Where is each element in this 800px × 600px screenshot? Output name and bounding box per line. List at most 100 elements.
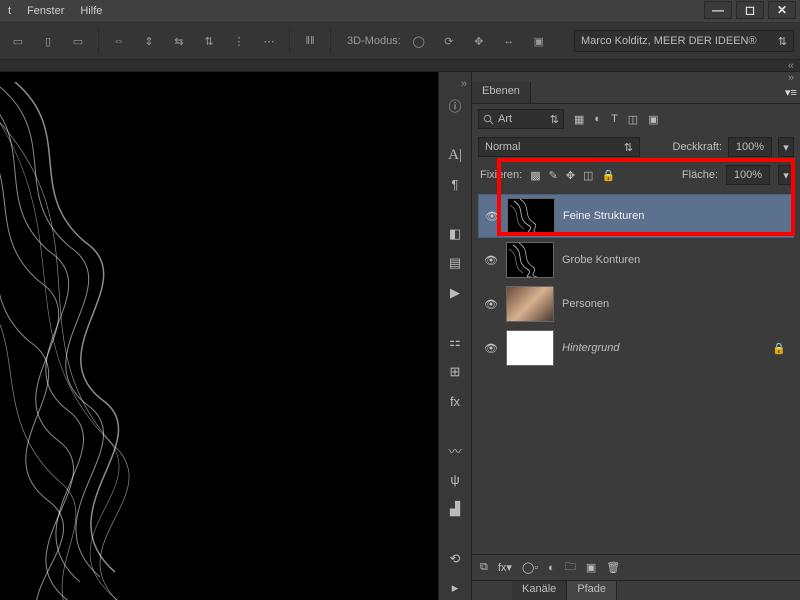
lock-transparent-icon[interactable]: ▩ (530, 169, 540, 182)
history-icon[interactable]: ⟲ (443, 547, 467, 571)
histogram-icon[interactable]: ▟ (443, 498, 467, 522)
new-adjustment-icon[interactable]: ◐ (548, 562, 555, 574)
align-center-icon[interactable]: ▯ (36, 29, 60, 53)
panel-collapse-icon[interactable]: » (472, 72, 800, 82)
opacity-value[interactable]: 100% (728, 137, 772, 157)
filter-smart-icon[interactable]: ▣ (648, 113, 658, 126)
collapsed-panels-strip: » ⓘ A| ¶ ◧ ▤ ▶ ⚏ ⊞ fx 〰 ψ ▟ ⟲ ▸ (438, 72, 472, 600)
menu-item-fenster[interactable]: Fenster (27, 5, 64, 17)
usb-icon[interactable]: ψ (443, 468, 467, 492)
new-group-icon[interactable]: 🗀 (565, 558, 576, 577)
distribute-icon-4[interactable]: ⋯ (257, 29, 281, 53)
filter-shape-icon[interactable]: ◫ (628, 113, 638, 126)
brushes-icon[interactable]: 〰 (443, 439, 467, 463)
close-button[interactable]: ✕ (768, 1, 796, 19)
fill-dropdown[interactable]: ▾ (778, 165, 794, 185)
navigator-icon[interactable]: ▤ (443, 252, 467, 276)
layer-search[interactable]: Art ⇅ (478, 109, 564, 129)
layer-name[interactable]: Grobe Konturen (562, 254, 788, 266)
lock-icon: 🔒 (772, 342, 788, 355)
distribute-icon-3[interactable]: ⋮ (227, 29, 251, 53)
tab-pfade[interactable]: Pfade (567, 581, 617, 600)
tab-ebenen[interactable]: Ebenen (472, 82, 531, 103)
blend-mode-select[interactable]: Normal ⇅ (478, 137, 640, 157)
delete-layer-icon[interactable]: 🗑 (606, 561, 620, 574)
distribute-icon-2[interactable]: ⇅ (197, 29, 221, 53)
chevron-updown-icon: ⇅ (550, 113, 559, 126)
lock-move-icon[interactable]: ✥ (566, 169, 575, 182)
filter-adjustment-icon[interactable]: ◐ (594, 113, 601, 126)
align-right-icon[interactable]: ▭ (66, 29, 90, 53)
chevron-updown-icon: ⇅ (778, 35, 787, 48)
lock-paint-icon[interactable]: ✎ (549, 169, 558, 182)
roll-icon[interactable]: ⟳ (437, 29, 461, 53)
distribute-icon[interactable]: ⇆ (167, 29, 191, 53)
visibility-icon[interactable]: 👁 (485, 210, 499, 223)
paragraph-icon[interactable]: ¶ (443, 173, 467, 197)
actions-icon[interactable]: ▸ (443, 577, 467, 600)
maximize-button[interactable]: ◻ (736, 1, 764, 19)
options-toolbar: ▭ ▯ ▭ ⇔ ⇕ ⇆ ⇅ ⋮ ⋯ ‖‖ 3D-Modus: ◯ ⟳ ✥ ↔ ▣… (0, 22, 800, 60)
layer-fx-icon[interactable]: fx▾ (498, 561, 512, 574)
filter-pixel-icon[interactable]: ▦ (574, 113, 584, 126)
layer-thumbnail[interactable] (506, 330, 554, 366)
layers-footer: ⧉ fx▾ ◯▫ ◐ 🗀 ▣ 🗑 (472, 554, 800, 580)
layer-mask-icon[interactable]: ◯▫ (522, 561, 538, 574)
slide-icon[interactable]: ↔ (497, 29, 521, 53)
align-left-icon[interactable]: ▭ (6, 29, 30, 53)
layer-thumbnail[interactable] (506, 242, 554, 278)
new-layer-icon[interactable]: ▣ (586, 561, 596, 574)
mode3d-label: 3D-Modus: (347, 35, 401, 47)
panel-collapse-strip[interactable] (0, 60, 800, 72)
adjustments-icon[interactable]: fx (443, 389, 467, 413)
layer-thumbnail[interactable] (507, 198, 555, 234)
visibility-icon[interactable]: 👁 (484, 298, 498, 311)
minimize-button[interactable]: — (704, 1, 732, 19)
document-canvas[interactable] (0, 72, 438, 600)
lock-label: Fixieren: (480, 169, 522, 181)
styles-icon[interactable]: ⊞ (443, 360, 467, 384)
camera-icon[interactable]: ▣ (527, 29, 551, 53)
window-controls: — ◻ ✕ (704, 1, 796, 19)
orbit-icon[interactable]: ◯ (407, 29, 431, 53)
link-layers-icon[interactable]: ⧉ (480, 561, 488, 574)
layer-row[interactable]: 👁 Feine Strukturen (478, 194, 794, 238)
layer-name[interactable]: Hintergrund (562, 342, 764, 354)
layer-search-value: Art (498, 113, 512, 125)
layer-row[interactable]: 👁 Personen (478, 282, 794, 326)
layer-name[interactable]: Feine Strukturen (563, 210, 787, 222)
info-icon[interactable]: ⓘ (443, 94, 467, 118)
fill-label: Fläche: (682, 169, 718, 181)
lock-all-icon[interactable]: 🔒 (601, 169, 615, 182)
lock-artboard-icon[interactable]: ◫ (583, 169, 593, 182)
distribute-v-icon[interactable]: ⇕ (137, 29, 161, 53)
distribute-h-icon[interactable]: ⇔ (107, 29, 131, 53)
fill-value[interactable]: 100% (726, 165, 770, 185)
workspace-preset[interactable]: Marco Kolditz, MEER DER IDEEN® ⇅ (574, 30, 794, 52)
visibility-icon[interactable]: 👁 (484, 342, 498, 355)
tab-kanaele[interactable]: Kanäle (512, 581, 567, 600)
search-icon (483, 114, 494, 125)
swatches-icon[interactable]: ⚏ (443, 330, 467, 354)
character-icon[interactable]: A| (443, 143, 467, 167)
chevron-updown-icon: ⇅ (624, 141, 633, 154)
clone-icon[interactable]: ◧ (443, 222, 467, 246)
layer-row[interactable]: 👁 Hintergrund 🔒 (478, 326, 794, 370)
play-icon[interactable]: ▶ (443, 281, 467, 305)
layer-thumbnail[interactable] (506, 286, 554, 322)
auto-align-icon[interactable]: ‖‖ (298, 29, 322, 53)
layer-row[interactable]: 👁 Grobe Konturen (478, 238, 794, 282)
collapse-icon[interactable]: » (439, 78, 471, 88)
menu-item-t[interactable]: t (8, 5, 11, 17)
filter-type-icon[interactable]: T (611, 113, 618, 126)
canvas-artwork (0, 82, 220, 600)
visibility-icon[interactable]: 👁 (484, 254, 498, 267)
menu-item-hilfe[interactable]: Hilfe (80, 5, 102, 17)
menubar: t Fenster Hilfe (0, 0, 800, 22)
layer-name[interactable]: Personen (562, 298, 788, 310)
layers-panel: » Ebenen ▾≡ Art ⇅ ▦ ◐ T ◫ ▣ Normal ⇅ (472, 72, 800, 600)
pan-icon[interactable]: ✥ (467, 29, 491, 53)
opacity-dropdown[interactable]: ▾ (778, 137, 794, 157)
panel-menu-icon[interactable]: ▾≡ (782, 82, 800, 103)
layer-list: 👁 Feine Strukturen 👁 Grobe Konturen 👁 Persone… (472, 190, 800, 554)
